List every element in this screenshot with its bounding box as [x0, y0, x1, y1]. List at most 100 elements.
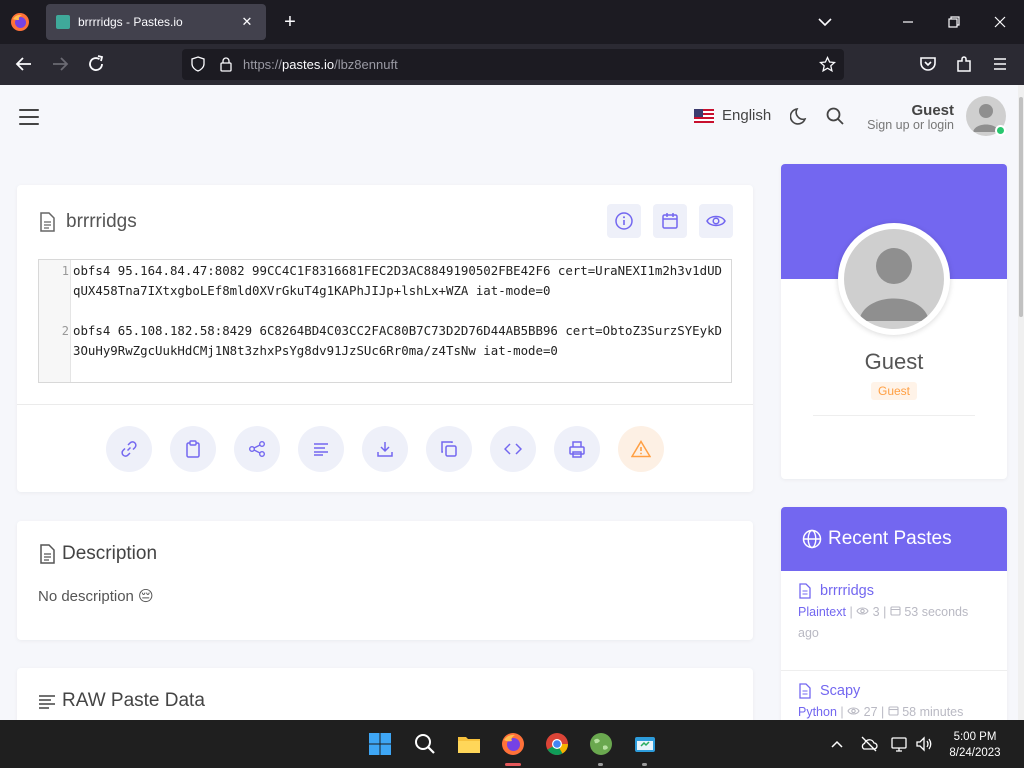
- minimize-icon[interactable]: [898, 10, 918, 34]
- recent-paste-title[interactable]: brrrridgs: [820, 583, 874, 599]
- download-icon: [377, 442, 393, 457]
- system-clock[interactable]: 5:00 PM 8/24/2023: [940, 729, 1010, 761]
- globe-icon: [802, 529, 822, 549]
- pastes-favicon-icon: [56, 15, 70, 29]
- dark-mode-moon-icon[interactable]: [790, 106, 810, 126]
- copy-link-button[interactable]: [106, 426, 152, 472]
- share-button[interactable]: [234, 426, 280, 472]
- calendar-icon: [890, 606, 901, 616]
- close-window-icon[interactable]: [990, 10, 1010, 34]
- user-menu[interactable]: Guest Sign up or login: [860, 102, 954, 132]
- syntax-label: Plaintext: [798, 605, 846, 619]
- raw-text-button[interactable]: [298, 426, 344, 472]
- list-item[interactable]: brrrridgs Plaintext | 3 | 53 seconds ago: [798, 583, 988, 644]
- globe-app-icon[interactable]: [589, 732, 613, 756]
- chrome-icon[interactable]: [545, 732, 569, 756]
- show-hidden-icons-chevron-icon[interactable]: [827, 734, 847, 754]
- clock-time: 5:00 PM: [953, 731, 997, 743]
- volume-icon[interactable]: [914, 734, 934, 754]
- language-label: English: [722, 107, 772, 124]
- extensions-icon[interactable]: [952, 52, 976, 76]
- syntax-label: Python: [798, 705, 837, 719]
- clipboard-icon: [186, 440, 200, 458]
- copy-icon: [441, 441, 457, 457]
- info-button[interactable]: [607, 204, 641, 238]
- default-user-icon: [859, 248, 929, 321]
- cloud-offline-icon[interactable]: [859, 734, 879, 754]
- reload-icon[interactable]: [84, 52, 108, 76]
- new-tab-button[interactable]: +: [280, 10, 300, 34]
- code-viewer[interactable]: 1 obfs4 95.164.84.47:8082 99CC4C1F831668…: [38, 259, 732, 383]
- tab-close-icon[interactable]: ✕: [238, 14, 256, 30]
- raw-title: RAW Paste Data: [62, 690, 205, 711]
- eye-icon: [847, 707, 860, 715]
- taskbar-search-icon[interactable]: [413, 732, 437, 756]
- recent-paste-title[interactable]: Scapy: [820, 683, 860, 699]
- language-selector[interactable]: English: [694, 107, 771, 124]
- printer-icon: [569, 441, 585, 458]
- browser-nav-bar: https://pastes.io/lbz8ennuft: [0, 44, 1024, 85]
- warning-triangle-icon: [631, 440, 651, 458]
- list-all-tabs-icon[interactable]: [815, 10, 835, 34]
- file-explorer-icon[interactable]: [457, 732, 481, 756]
- sign-up-login-link[interactable]: Sign up or login: [860, 118, 954, 132]
- profile-avatar: [838, 223, 950, 335]
- app-window-icon[interactable]: [633, 732, 657, 756]
- views-button[interactable]: [699, 204, 733, 238]
- firefox-taskbar-icon[interactable]: [501, 732, 525, 756]
- pocket-icon[interactable]: [916, 52, 940, 76]
- align-left-icon: [39, 695, 55, 709]
- description-card: Description No description 😔: [17, 521, 753, 640]
- paste-title: brrrridgs: [66, 211, 137, 232]
- date-button[interactable]: [653, 204, 687, 238]
- paste-card: brrrridgs 1 obfs4 95.164.84.47:8082 99CC…: [17, 185, 753, 492]
- forward-icon[interactable]: [48, 52, 72, 76]
- running-app-indicator: [642, 763, 647, 766]
- scrollbar-thumb[interactable]: [1019, 97, 1023, 317]
- windows-taskbar: 5:00 PM 8/24/2023: [0, 720, 1024, 768]
- bookmark-star-icon[interactable]: [819, 56, 836, 73]
- print-button[interactable]: [554, 426, 600, 472]
- tab-title: brrrridgs - Pastes.io: [78, 15, 183, 29]
- line-number: 2: [61, 324, 69, 338]
- download-button[interactable]: [362, 426, 408, 472]
- view-count: 3: [872, 605, 880, 619]
- copy-to-clipboard-button[interactable]: [170, 426, 216, 472]
- address-bar[interactable]: https://pastes.io/lbz8ennuft: [182, 49, 844, 80]
- align-left-icon: [314, 443, 328, 456]
- clone-button[interactable]: [426, 426, 472, 472]
- code-icon: [504, 443, 522, 455]
- view-count: 27: [863, 705, 878, 719]
- page-scrollbar[interactable]: [1018, 85, 1024, 720]
- network-icon[interactable]: [890, 734, 910, 754]
- url-text[interactable]: https://pastes.io/lbz8ennuft: [243, 57, 398, 72]
- description-title: Description: [62, 543, 158, 564]
- divider: [813, 415, 975, 416]
- windows-start-icon[interactable]: [368, 732, 392, 756]
- online-status-dot: [995, 125, 1006, 136]
- restore-icon[interactable]: [944, 10, 964, 34]
- lock-icon[interactable]: [218, 56, 234, 72]
- report-button[interactable]: [618, 426, 664, 472]
- browser-tab-bar: brrrridgs - Pastes.io ✕ +: [0, 0, 1024, 44]
- embed-button[interactable]: [490, 426, 536, 472]
- recent-paste-meta: Plaintext | 3 | 53 seconds ago: [798, 605, 969, 640]
- page-viewport: English Guest Sign up or login brrrridgs…: [0, 85, 1024, 720]
- app-menu-icon[interactable]: [988, 52, 1012, 76]
- calendar-icon: [662, 213, 678, 229]
- browser-tab-active[interactable]: brrrridgs - Pastes.io ✕: [46, 4, 266, 40]
- divider: [17, 404, 753, 405]
- list-item[interactable]: Scapy Python | 27 | 58 minutes: [798, 683, 988, 720]
- eye-icon: [706, 215, 726, 227]
- role-badge: Guest: [871, 382, 917, 400]
- tracking-protection-shield-icon[interactable]: [190, 56, 206, 72]
- calendar-icon: [888, 706, 899, 716]
- document-icon: [40, 544, 55, 564]
- menu-toggle-icon[interactable]: [19, 109, 39, 125]
- back-icon[interactable]: [12, 52, 36, 76]
- clock-date: 8/24/2023: [949, 747, 1001, 759]
- firefox-menu-icon[interactable]: [10, 12, 30, 32]
- search-icon[interactable]: [825, 106, 845, 126]
- code-line: obfs4 65.108.182.58:8429 6C8264BD4C03CC2…: [73, 323, 723, 358]
- url-prefix: https://: [243, 57, 283, 72]
